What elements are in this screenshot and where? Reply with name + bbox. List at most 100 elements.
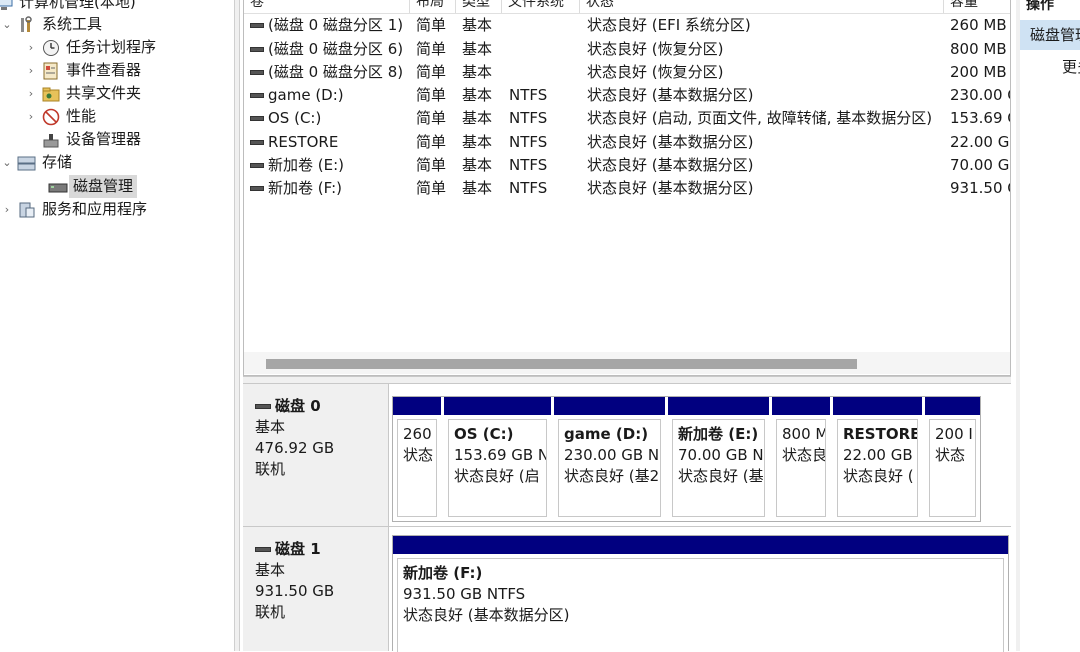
partition-new-f[interactable]: 新加卷 (F:) 931.50 GB NTFS 状态良好 (基本数据分区) xyxy=(393,536,1008,652)
partition-name: OS (C:) xyxy=(454,425,514,443)
drive-icon xyxy=(250,23,264,28)
partition-restore[interactable]: RESTORE 22.00 GB 状态良好 ( xyxy=(833,397,922,521)
tree-item-storage[interactable]: ⌄ 存储 xyxy=(0,151,72,174)
partition-efi[interactable]: 260 状态 xyxy=(393,397,441,521)
table-row[interactable]: 新加卷 (E:) 简单 基本 NTFS 状态良好 (基本数据分区) 70.00 … xyxy=(244,154,1010,177)
disk-0-partitions: 260 状态 OS (C:) 153.69 GB N 状态良好 (启 game … xyxy=(392,396,981,522)
tree-item-device-manager[interactable]: 设备管理器 xyxy=(38,128,141,151)
partition-status: 状态良好 (基本数据分区) xyxy=(403,606,570,624)
chevron-right-icon[interactable]: › xyxy=(0,198,14,221)
partition-recovery-200[interactable]: 200 I 状态 xyxy=(925,397,980,521)
volume-filesystem: NTFS xyxy=(509,156,548,174)
table-row[interactable]: RESTORE 简单 基本 NTFS 状态良好 (基本数据分区) 22.00 G… xyxy=(244,131,1010,154)
disk-0-info[interactable]: 磁盘 0 基本 476.92 GB 联机 xyxy=(243,384,389,526)
tree-item-computer-management[interactable]: 计算机管理(本地) xyxy=(0,0,136,14)
partition-status: 状态良好 (基 xyxy=(678,467,764,485)
partition-name: 新加卷 (F:) xyxy=(403,564,483,582)
tree-item-label: 计算机管理(本地) xyxy=(19,0,136,11)
table-row[interactable]: game (D:) 简单 基本 NTFS 状态良好 (基本数据分区) 230.0… xyxy=(244,84,1010,107)
tree-item-label: 事件查看器 xyxy=(66,61,142,79)
pane-splitter[interactable] xyxy=(243,376,1011,384)
chevron-down-icon[interactable]: ⌄ xyxy=(0,151,14,174)
tree-item-label: 共享文件夹 xyxy=(66,84,142,102)
partition-status: 状态 xyxy=(935,446,966,464)
tree-item-event-viewer[interactable]: › 事件查看器 xyxy=(24,59,141,82)
navigation-tree: 计算机管理(本地) ⌄ 系统工具 › 任务计划程序 › 事件查看器 › 共享文件… xyxy=(0,0,234,651)
chevron-right-icon[interactable]: › xyxy=(24,36,38,59)
volume-capacity: 200 MB xyxy=(950,63,1007,81)
disk-type: 基本 xyxy=(255,561,286,579)
column-header-layout[interactable]: 布局 xyxy=(410,0,456,13)
horizontal-scrollbar[interactable] xyxy=(244,352,1010,374)
partition-size: 230.00 GB N xyxy=(564,446,660,464)
actions-header: 操作 xyxy=(1026,0,1054,13)
partition-name: 新加卷 (E:) xyxy=(678,425,759,443)
table-row[interactable]: 新加卷 (F:) 简单 基本 NTFS 状态良好 (基本数据分区) 931.50… xyxy=(244,177,1010,200)
column-header-type[interactable]: 类型 xyxy=(456,0,502,13)
table-row[interactable]: OS (C:) 简单 基本 NTFS 状态良好 (启动, 页面文件, 故障转储,… xyxy=(244,107,1010,130)
partition-size: 22.00 GB xyxy=(843,446,913,464)
column-header-status[interactable]: 状态 xyxy=(580,0,944,13)
disk-size: 931.50 GB xyxy=(255,582,335,600)
tree-item-performance[interactable]: › 性能 xyxy=(24,105,96,128)
tree-item-shared-folders[interactable]: › 共享文件夹 xyxy=(24,82,141,105)
tree-item-task-scheduler[interactable]: › 任务计划程序 xyxy=(24,36,156,59)
table-row[interactable]: (磁盘 0 磁盘分区 1) 简单 基本 状态良好 (EFI 系统分区) 260 … xyxy=(244,14,1010,37)
partition-body: 260 状态 xyxy=(397,419,437,517)
partition-body: 新加卷 (F:) 931.50 GB NTFS 状态良好 (基本数据分区) xyxy=(397,558,1004,652)
disk-type: 基本 xyxy=(255,418,286,436)
action-disk-management[interactable]: 磁盘管理 xyxy=(1020,20,1080,50)
volume-list: 卷 布局 类型 文件系统 状态 容量 (磁盘 0 磁盘分区 1) 简单 基本 状… xyxy=(243,0,1011,376)
chevron-right-icon[interactable]: › xyxy=(24,82,38,105)
tree-item-services-applications[interactable]: › 服务和应用程序 xyxy=(0,198,147,221)
column-header-volume[interactable]: 卷 xyxy=(244,0,410,13)
volume-layout: 简单 xyxy=(416,63,447,81)
drive-icon xyxy=(255,404,271,409)
chevron-right-icon[interactable]: › xyxy=(24,59,38,82)
partition-game-d[interactable]: game (D:) 230.00 GB N 状态良好 (基2 xyxy=(554,397,665,521)
drive-icon xyxy=(250,140,264,145)
partition-size: 153.69 GB N xyxy=(454,446,547,464)
tree-item-label: 存储 xyxy=(42,153,73,171)
table-row[interactable]: (磁盘 0 磁盘分区 8) 简单 基本 状态良好 (恢复分区) 200 MB xyxy=(244,61,1010,84)
partition-recovery-800[interactable]: 800 M 状态良 xyxy=(772,397,830,521)
partition-name: RESTORE xyxy=(843,425,918,443)
column-header-capacity[interactable]: 容量 xyxy=(944,0,1010,13)
pane-splitter[interactable] xyxy=(234,0,240,651)
volume-name: RESTORE xyxy=(268,133,339,151)
partition-bar xyxy=(393,536,1008,554)
tree-item-system-tools[interactable]: ⌄ 系统工具 xyxy=(0,13,102,36)
volume-status: 状态良好 (启动, 页面文件, 故障转储, 基本数据分区) xyxy=(587,109,933,127)
volume-name: (磁盘 0 磁盘分区 6) xyxy=(268,40,404,58)
partition-new-e[interactable]: 新加卷 (E:) 70.00 GB N 状态良好 (基 xyxy=(668,397,769,521)
volume-layout: 简单 xyxy=(416,109,447,127)
scrollbar-thumb[interactable] xyxy=(266,359,857,369)
drive-icon xyxy=(250,163,264,168)
chevron-down-icon[interactable]: ⌄ xyxy=(0,13,14,36)
disk-state: 联机 xyxy=(255,460,286,478)
table-row[interactable]: (磁盘 0 磁盘分区 6) 简单 基本 状态良好 (恢复分区) 800 MB xyxy=(244,38,1010,61)
partition-size: 200 I xyxy=(935,425,973,443)
drive-icon xyxy=(250,70,264,75)
partition-os-c[interactable]: OS (C:) 153.69 GB N 状态良好 (启 xyxy=(444,397,551,521)
volume-filesystem: NTFS xyxy=(509,133,548,151)
clock-icon xyxy=(41,38,61,58)
volume-capacity: 153.69 G xyxy=(950,109,1010,127)
volume-capacity: 230.00 G xyxy=(950,86,1010,104)
column-header-filesystem[interactable]: 文件系统 xyxy=(502,0,580,13)
volume-status: 状态良好 (恢复分区) xyxy=(587,63,724,81)
partition-name: game (D:) xyxy=(564,425,649,443)
disk-state: 联机 xyxy=(255,603,286,621)
partition-size: 931.50 GB NTFS xyxy=(403,585,526,603)
volume-name: 新加卷 (E:) xyxy=(268,156,345,174)
action-more[interactable]: 更多 xyxy=(1062,56,1080,78)
partition-body: 800 M 状态良 xyxy=(776,419,826,517)
chevron-right-icon[interactable]: › xyxy=(24,105,38,128)
disk-icon xyxy=(48,177,68,197)
disk-1-info[interactable]: 磁盘 1 基本 931.50 GB 联机 xyxy=(243,527,389,651)
tree-item-disk-management[interactable]: 磁盘管理 xyxy=(45,175,138,198)
partition-bar xyxy=(925,397,980,415)
computer-icon xyxy=(0,0,14,13)
volume-type: 基本 xyxy=(462,109,493,127)
drive-icon xyxy=(250,93,264,98)
